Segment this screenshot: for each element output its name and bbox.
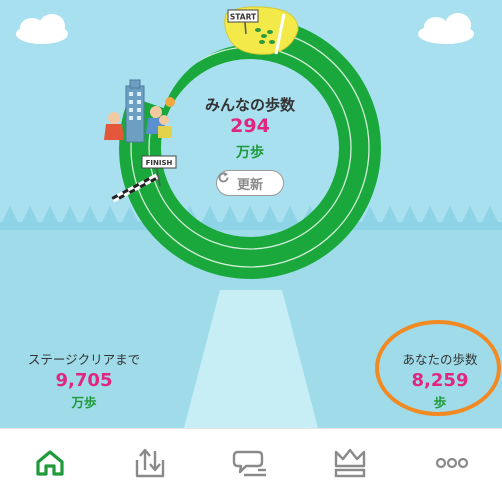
home-icon	[36, 450, 64, 476]
refresh-label: 更新	[236, 177, 263, 193]
tab-messages[interactable]	[200, 429, 300, 497]
upload-icon	[135, 448, 165, 478]
stage-scene: START FINISH みんなの歩数 294 万歩 更新 ステージクリアまで …	[0, 0, 502, 428]
everyone-steps-title: みんなの歩数	[204, 96, 295, 114]
crown-icon	[334, 448, 366, 478]
my-steps-value: 8,259	[411, 370, 469, 391]
my-steps-label: あなたの歩数	[402, 352, 478, 367]
more-icon	[435, 457, 469, 469]
my-steps-unit: 歩	[433, 395, 447, 410]
tab-more[interactable]	[402, 429, 502, 497]
tab-upload[interactable]	[100, 429, 200, 497]
bottom-tab-bar	[0, 428, 502, 497]
message-icon	[232, 450, 266, 477]
svg-text:START: START	[230, 13, 257, 22]
stage-remaining-label: ステージクリアまで	[27, 352, 141, 367]
svg-text:FINISH: FINISH	[146, 159, 173, 167]
refresh-button[interactable]: 更新	[216, 170, 284, 196]
everyone-steps-total: 294	[230, 115, 270, 137]
stage-remaining-value: 9,705	[55, 370, 113, 391]
tab-home[interactable]	[0, 429, 100, 497]
tab-ranking[interactable]	[300, 429, 400, 497]
my-steps: あなたの歩数 8,259 歩	[392, 349, 488, 411]
everyone-steps-unit: 万歩	[236, 145, 264, 161]
stage-remaining: ステージクリアまで 9,705 万歩	[22, 349, 146, 411]
refresh-icon	[218, 172, 229, 183]
stage-remaining-unit: 万歩	[71, 395, 97, 410]
